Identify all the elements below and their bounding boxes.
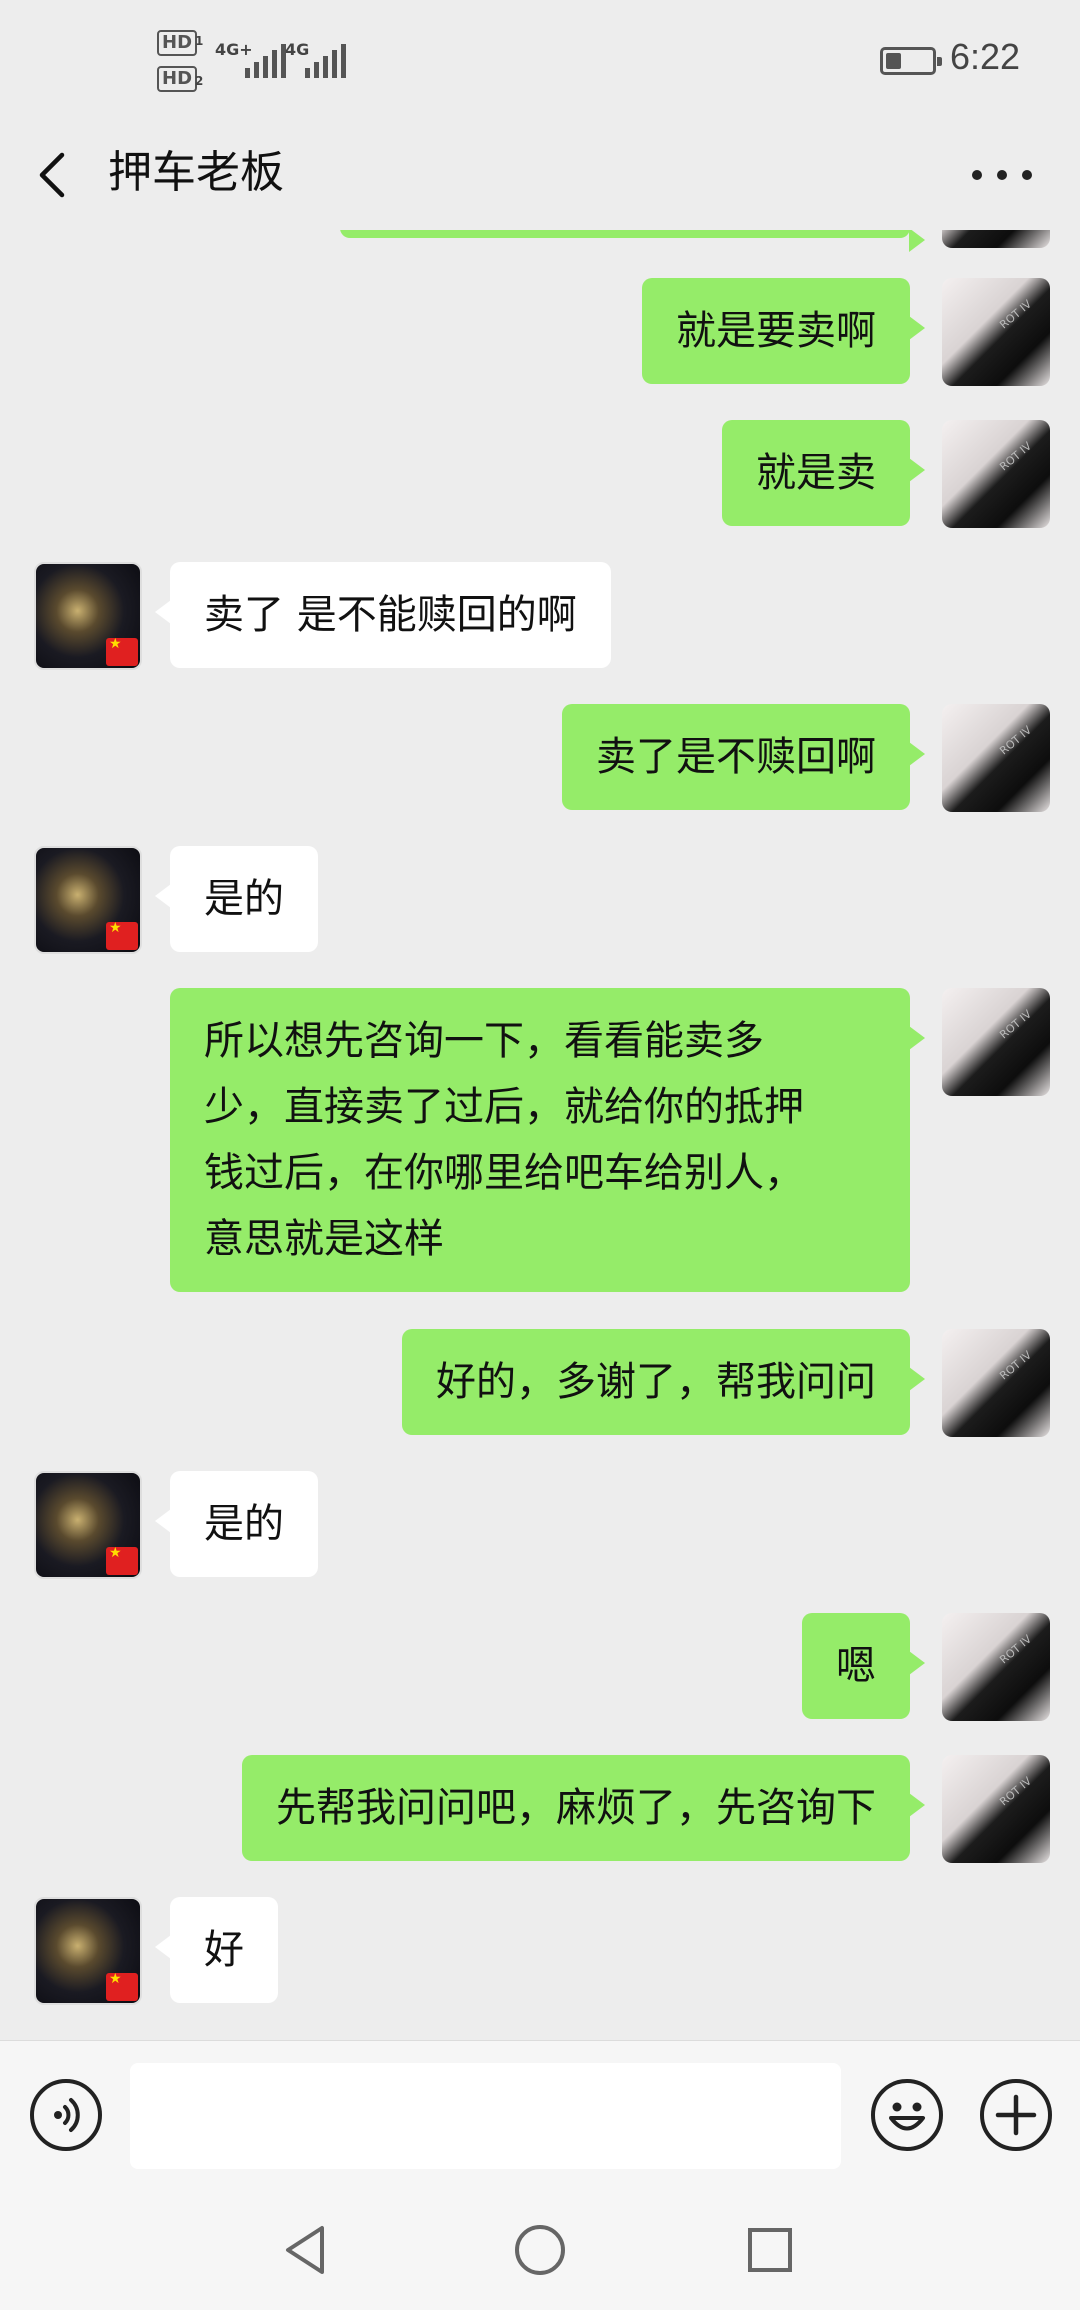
chevron-left-icon[interactable] [30,145,80,205]
sim2-hd-label: HD [157,66,198,92]
avatar-me[interactable]: ROT IV [942,988,1050,1096]
message-bubble[interactable]: 是的 [155,1471,318,1577]
chat-title: 押车老板 [108,147,284,198]
message-bubble[interactable]: 嗯 [802,1613,925,1719]
message-list[interactable]: 就是要卖啊 ROT IV 就是卖 ROT IV 卖了 是不能赎回的啊 卖了是不赎… [0,230,1080,2040]
message-line: 意思就是这样 [204,1216,444,1262]
sim1-hd-label: HD [157,30,198,56]
signal-indicators: HD 1 HD 2 4G+ 4G [155,30,346,100]
message-bubble[interactable]: 卖了 是不能赎回的啊 [155,562,611,668]
avatar-contact[interactable] [34,1897,142,2005]
voice-input-icon[interactable] [30,2079,102,2151]
signal-bars-icon [245,44,286,78]
message-line: 钱过后，在你哪里给吧车给别人， [204,1150,804,1196]
nav-back-triangle-icon[interactable] [276,2218,340,2282]
avatar-contact[interactable] [34,1471,142,1579]
avatar-me[interactable]: ROT IV [942,278,1050,386]
input-bar [0,2040,1080,2190]
message-bubble[interactable]: 就是卖 [722,420,925,526]
sim2-index: 2 [195,74,204,88]
status-bar: HD 1 HD 2 4G+ 4G 6:22 [0,0,1080,125]
message-bubble[interactable]: 好 [155,1897,278,2003]
avatar-me[interactable]: ROT IV [942,704,1050,812]
china-flag-icon [106,1971,138,2001]
message-input[interactable] [130,2063,841,2169]
message-bubble-partial[interactable] [340,230,925,252]
chat-header: 押车老板 [0,125,1080,230]
plus-icon[interactable] [980,2079,1052,2151]
message-bubble[interactable]: 先帮我问问吧，麻烦了，先咨询下 [242,1755,925,1861]
nav-recents-square-icon[interactable] [738,2218,802,2282]
avatar-me[interactable]: ROT IV [942,420,1050,528]
avatar-me[interactable]: ROT IV [942,1613,1050,1721]
avatar-contact[interactable] [34,562,142,670]
message-line: 所以想先咨询一下，看看能卖多 [204,1018,764,1064]
china-flag-icon [106,920,138,950]
message-line: 少，直接卖了过后，就给你的抵押 [204,1084,804,1130]
sim1-index: 1 [195,34,204,48]
message-bubble-multiline[interactable]: 所以想先咨询一下，看看能卖多 少，直接卖了过后，就给你的抵押 钱过后，在你哪里给… [170,988,925,1292]
avatar-me[interactable] [942,230,1050,248]
more-horizontal-icon[interactable] [972,145,1032,205]
message-bubble[interactable]: 就是要卖啊 [642,278,925,384]
battery-low-icon [880,47,942,75]
nav-home-circle-icon[interactable] [508,2218,572,2282]
clock-time: 6:22 [950,36,1021,77]
china-flag-icon [106,636,138,666]
message-bubble[interactable]: 好的，多谢了，帮我问问 [402,1329,925,1435]
avatar-me[interactable]: ROT IV [942,1329,1050,1437]
china-flag-icon [106,1545,138,1575]
message-bubble[interactable]: 卖了是不赎回啊 [562,704,925,810]
emoji-icon[interactable] [871,2079,943,2151]
signal-bars-icon-2 [305,44,346,78]
system-nav-bar [0,2190,1080,2310]
message-bubble[interactable]: 是的 [155,846,318,952]
avatar-me[interactable]: ROT IV [942,1755,1050,1863]
avatar-contact[interactable] [34,846,142,954]
